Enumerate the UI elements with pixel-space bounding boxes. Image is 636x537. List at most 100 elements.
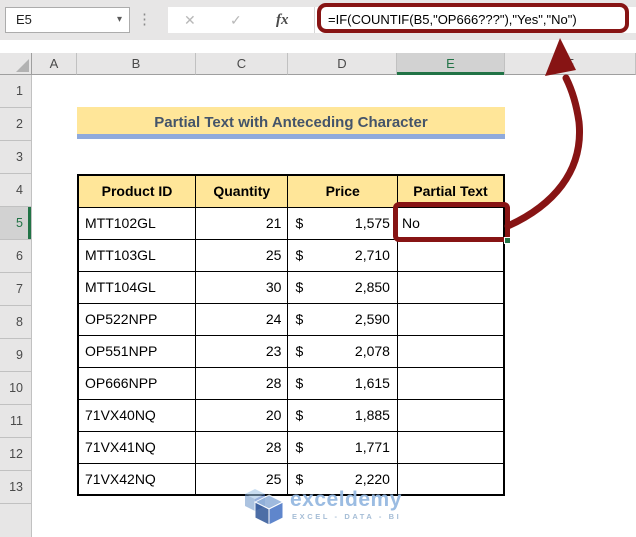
cell-partial-text[interactable] bbox=[396, 462, 505, 496]
currency-symbol: $ bbox=[295, 470, 304, 487]
table-row: OP666NPP 28 $1,615 bbox=[77, 366, 505, 400]
title-banner-cell[interactable]: Partial Text with Anteceding Character bbox=[77, 107, 505, 139]
row-header-4[interactable]: 4 bbox=[0, 174, 31, 207]
currency-symbol: $ bbox=[295, 439, 304, 455]
table-row: 71VX42NQ 25 $2,220 bbox=[77, 462, 505, 496]
cell-quantity[interactable]: 28 bbox=[195, 430, 289, 464]
cell-product-id[interactable]: 71VX42NQ bbox=[77, 462, 197, 496]
cell-price[interactable]: $2,710 bbox=[287, 238, 398, 272]
row-header-1[interactable]: 1 bbox=[0, 75, 31, 108]
cell-partial-text[interactable] bbox=[396, 366, 505, 400]
currency-symbol: $ bbox=[295, 407, 304, 423]
cell-product-id[interactable]: MTT103GL bbox=[77, 238, 197, 272]
insert-function-icon[interactable]: fx bbox=[276, 7, 289, 33]
column-header-A[interactable]: A bbox=[32, 53, 77, 75]
table-header-cell[interactable]: Quantity bbox=[195, 174, 289, 208]
cell-quantity[interactable]: 21 bbox=[195, 206, 289, 240]
cell-quantity[interactable]: 25 bbox=[195, 238, 289, 272]
row-header-5[interactable]: 5 bbox=[0, 207, 31, 240]
table-row: MTT102GL 21 $1,575 No bbox=[77, 206, 505, 240]
formula-input[interactable]: =IF(COUNTIF(B5,"OP666???"),"Yes","No") bbox=[314, 7, 636, 33]
cell-price[interactable]: $1,771 bbox=[287, 430, 398, 464]
cancel-icon[interactable]: ✕ bbox=[184, 7, 196, 33]
column-header-E[interactable]: E bbox=[397, 53, 505, 75]
cell-product-id[interactable]: OP551NPP bbox=[77, 334, 197, 368]
table-row: MTT104GL 30 $2,850 bbox=[77, 270, 505, 304]
currency-symbol: $ bbox=[295, 215, 304, 231]
cell-product-id[interactable]: OP666NPP bbox=[77, 366, 197, 400]
price-amount: 2,220 bbox=[354, 470, 390, 487]
row-header-3[interactable]: 3 bbox=[0, 141, 31, 174]
table-row: 71VX41NQ 28 $1,771 bbox=[77, 430, 505, 464]
row-header-7[interactable]: 7 bbox=[0, 273, 31, 306]
cell-price[interactable]: $2,220 bbox=[287, 462, 398, 496]
cell-partial-text[interactable] bbox=[396, 238, 505, 272]
cell-partial-text[interactable] bbox=[396, 270, 505, 304]
table-row: OP551NPP 23 $2,078 bbox=[77, 334, 505, 368]
select-all-button[interactable] bbox=[0, 53, 32, 75]
cell-price[interactable]: $1,885 bbox=[287, 398, 398, 432]
cell-price[interactable]: $1,615 bbox=[287, 366, 398, 400]
column-header-D[interactable]: D bbox=[288, 53, 397, 75]
watermark-tagline: EXCEL - DATA - BI bbox=[292, 511, 402, 521]
currency-symbol: $ bbox=[295, 375, 304, 391]
fill-handle[interactable] bbox=[504, 237, 511, 244]
column-header-B[interactable]: B bbox=[77, 53, 196, 75]
formula-buttons-panel: ✕ ✓ fx bbox=[168, 7, 314, 33]
cell-product-id[interactable]: 71VX41NQ bbox=[77, 430, 197, 464]
cell-price[interactable]: $2,590 bbox=[287, 302, 398, 336]
name-box-dropdown-icon[interactable]: ▾ bbox=[117, 8, 122, 32]
cell-quantity[interactable]: 23 bbox=[195, 334, 289, 368]
cell-product-id[interactable]: MTT104GL bbox=[77, 270, 197, 304]
price-amount: 1,885 bbox=[354, 407, 390, 423]
cell-quantity[interactable]: 25 bbox=[195, 462, 289, 496]
price-amount: 2,850 bbox=[354, 279, 390, 295]
cell-partial-text[interactable] bbox=[396, 334, 505, 368]
row-header-8[interactable]: 8 bbox=[0, 306, 31, 339]
cell-quantity[interactable]: 28 bbox=[195, 366, 289, 400]
column-header-C[interactable]: C bbox=[196, 53, 288, 75]
cell-partial-text[interactable] bbox=[396, 302, 505, 336]
name-box[interactable]: E5 ▾ bbox=[5, 7, 130, 33]
row-header-13[interactable]: 13 bbox=[0, 471, 31, 504]
excel-window: E5 ▾ ⋮ ✕ ✓ fx =IF(COUNTIF(B5,"OP666???")… bbox=[0, 0, 636, 537]
table-row: OP522NPP 24 $2,590 bbox=[77, 302, 505, 336]
active-cell-e5[interactable]: No bbox=[396, 206, 505, 240]
cell-quantity[interactable]: 30 bbox=[195, 270, 289, 304]
table-header-cell[interactable]: Price bbox=[287, 174, 398, 208]
row-header-12[interactable]: 12 bbox=[0, 438, 31, 471]
row-header-6[interactable]: 6 bbox=[0, 240, 31, 273]
formula-bar-row: E5 ▾ ⋮ ✕ ✓ fx =IF(COUNTIF(B5,"OP666???")… bbox=[0, 0, 636, 40]
currency-symbol: $ bbox=[295, 247, 304, 263]
currency-symbol: $ bbox=[295, 311, 304, 327]
cell-price[interactable]: $2,850 bbox=[287, 270, 398, 304]
table-header-row: Product ID Quantity Price Partial Text bbox=[77, 174, 505, 208]
enter-icon[interactable]: ✓ bbox=[230, 7, 242, 33]
price-amount: 1,771 bbox=[354, 439, 390, 455]
currency-symbol: $ bbox=[295, 343, 304, 359]
formula-text: =IF(COUNTIF(B5,"OP666???"),"Yes","No") bbox=[328, 12, 577, 27]
name-box-value: E5 bbox=[16, 12, 32, 27]
price-amount: 1,615 bbox=[354, 375, 390, 391]
row-header-11[interactable]: 11 bbox=[0, 405, 31, 438]
row-header-9[interactable]: 9 bbox=[0, 339, 31, 372]
select-all-triangle-icon bbox=[16, 59, 29, 72]
cell-product-id[interactable]: OP522NPP bbox=[77, 302, 197, 336]
table-header-cell[interactable]: Product ID bbox=[77, 174, 197, 208]
table-row: MTT103GL 25 $2,710 bbox=[77, 238, 505, 272]
table-header-cell[interactable]: Partial Text bbox=[396, 174, 505, 208]
cell-partial-text[interactable] bbox=[396, 398, 505, 432]
cell-product-id[interactable]: 71VX40NQ bbox=[77, 398, 197, 432]
cell-price[interactable]: $1,575 bbox=[287, 206, 398, 240]
cell-product-id[interactable]: MTT102GL bbox=[77, 206, 197, 240]
cell-partial-text[interactable] bbox=[396, 430, 505, 464]
row-header-10[interactable]: 10 bbox=[0, 372, 31, 405]
price-amount: 2,710 bbox=[354, 247, 390, 263]
formula-bar-grip-icon: ⋮ bbox=[137, 11, 152, 28]
column-header-F[interactable]: F bbox=[505, 53, 636, 75]
cell-quantity[interactable]: 24 bbox=[195, 302, 289, 336]
row-header-2[interactable]: 2 bbox=[0, 108, 31, 141]
cell-quantity[interactable]: 20 bbox=[195, 398, 289, 432]
price-amount: 2,078 bbox=[354, 343, 390, 359]
cell-price[interactable]: $2,078 bbox=[287, 334, 398, 368]
